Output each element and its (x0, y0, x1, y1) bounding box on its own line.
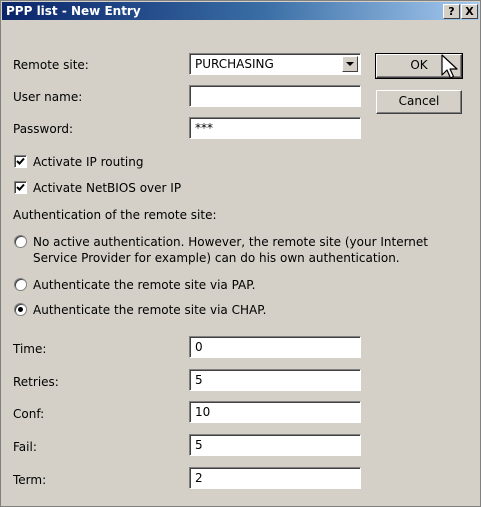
ip-routing-checkbox[interactable] (14, 155, 27, 168)
password-input[interactable]: *** (189, 117, 361, 139)
no-auth-label-line1: No active authentication. However, the r… (33, 235, 429, 249)
remote-site-combobox[interactable]: PURCHASING (189, 53, 361, 75)
user-name-input[interactable] (189, 85, 361, 107)
pap-label: Authenticate the remote site via PAP. (33, 278, 256, 292)
no-auth-radio[interactable] (14, 235, 27, 248)
close-button[interactable]: X (461, 4, 478, 19)
auth-heading: Authentication of the remote site: (13, 208, 217, 222)
help-button[interactable]: ? (443, 4, 460, 19)
no-auth-label-line2: Service Provider for example) can do his… (33, 251, 400, 265)
title-bar[interactable]: PPP list - New Entry ? X (2, 2, 479, 20)
netbios-checkbox[interactable] (14, 181, 27, 194)
pap-radio[interactable] (14, 278, 27, 291)
fail-label: Fail: (13, 440, 37, 454)
retries-input[interactable]: 5 (189, 369, 361, 391)
netbios-label: Activate NetBIOS over IP (33, 181, 182, 195)
check-icon (16, 183, 25, 191)
radio-selected-dot (18, 307, 23, 312)
remote-site-label: Remote site: (13, 58, 89, 72)
window-title: PPP list - New Entry (6, 4, 141, 18)
term-input[interactable]: 2 (189, 467, 361, 489)
time-input[interactable]: 0 (189, 336, 361, 358)
chap-radio[interactable] (14, 303, 27, 316)
check-icon (16, 157, 25, 165)
user-name-label: User name: (13, 90, 83, 104)
retries-label: Retries: (13, 375, 59, 389)
password-label: Password: (13, 122, 74, 136)
cancel-button[interactable]: Cancel (376, 90, 462, 114)
term-label: Term: (13, 473, 47, 487)
conf-input[interactable]: 10 (189, 401, 361, 423)
fail-input[interactable]: 5 (189, 434, 361, 456)
time-label: Time: (13, 342, 47, 356)
ip-routing-label: Activate IP routing (33, 155, 144, 169)
dialog-window: PPP list - New Entry ? X Remote site: PU… (0, 0, 481, 507)
chap-label: Authenticate the remote site via CHAP. (33, 303, 267, 317)
chevron-down-icon[interactable] (342, 56, 358, 72)
remote-site-value: PURCHASING (195, 57, 274, 71)
conf-label: Conf: (13, 407, 45, 421)
mouse-cursor-icon (441, 54, 458, 79)
